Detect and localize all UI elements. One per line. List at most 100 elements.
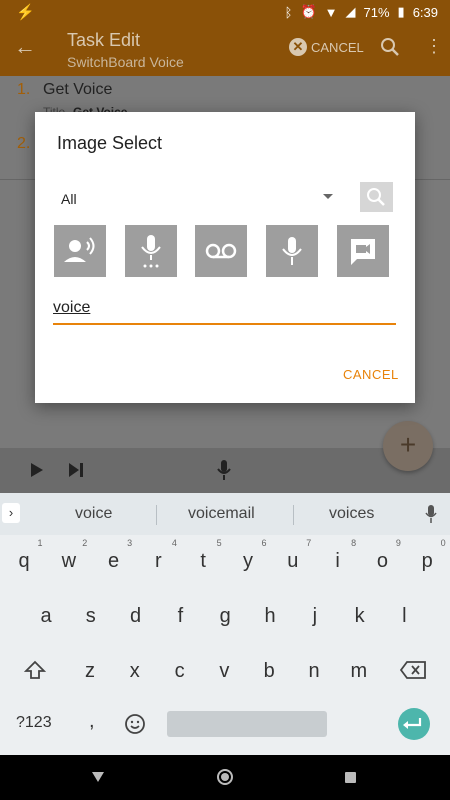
image-option-mic[interactable]: [266, 225, 318, 277]
key-v[interactable]: v: [202, 660, 246, 683]
image-option-voicemail[interactable]: [195, 225, 247, 277]
clock: 6:39: [412, 4, 438, 20]
dropdown-caret-icon[interactable]: [323, 194, 333, 199]
alarm-icon: ⏰: [300, 4, 317, 19]
key-u[interactable]: u: [271, 550, 315, 573]
key-hint: 9: [395, 538, 401, 548]
more-vert-icon[interactable]: ⋮: [425, 36, 443, 57]
image-option-mic-dots[interactable]: [125, 225, 177, 277]
appbar-cancel-label: CANCEL: [311, 39, 364, 55]
key-l[interactable]: l: [382, 605, 426, 628]
navigation-bar: [0, 755, 450, 800]
key-c[interactable]: c: [158, 660, 202, 683]
page-subtitle: SwitchBoard Voice: [67, 54, 184, 70]
bluetooth-icon: ᛒ: [284, 4, 293, 20]
key-hint: 7: [306, 538, 312, 548]
soft-keyboard: › voice voicemail voices q 1w 2e 3r 4t 5y 6u 7i…: [0, 493, 450, 755]
item-number: 2.: [17, 135, 31, 152]
key-e[interactable]: e: [92, 550, 136, 573]
symbols-key[interactable]: ?123: [16, 714, 52, 732]
close-circle-icon: ✕: [289, 38, 307, 56]
search-icon: [367, 188, 385, 206]
key-t[interactable]: t: [181, 550, 225, 573]
mic-icon: [282, 237, 302, 265]
video-chat-icon: [351, 239, 375, 265]
emoji-icon[interactable]: [124, 713, 146, 735]
battery-icon: ▮: [397, 4, 405, 19]
key-k[interactable]: k: [338, 605, 382, 628]
key-g[interactable]: g: [203, 605, 247, 628]
key-m[interactable]: m: [337, 660, 381, 683]
image-option-video-chat[interactable]: [337, 225, 389, 277]
appbar-cancel-button[interactable]: ✕ CANCEL: [289, 38, 364, 56]
skip-next-icon[interactable]: [68, 462, 84, 478]
key-p[interactable]: p: [405, 550, 449, 573]
play-icon[interactable]: [30, 462, 44, 478]
recents-square-icon[interactable]: [345, 772, 356, 783]
enter-button[interactable]: [398, 708, 430, 740]
app-bar: ← Task Edit SwitchBoard Voice ✕ CANCEL ⋮: [0, 24, 450, 76]
item-number: 1.: [17, 81, 31, 98]
key-n[interactable]: n: [292, 660, 336, 683]
search-icon[interactable]: [380, 37, 400, 57]
back-triangle-icon[interactable]: [91, 771, 105, 783]
key-d[interactable]: d: [114, 605, 158, 628]
item-label[interactable]: Get Voice: [43, 81, 112, 99]
key-i[interactable]: i: [316, 550, 360, 573]
key-f[interactable]: f: [158, 605, 202, 628]
image-search-input[interactable]: voice: [53, 299, 396, 325]
mic-dots-icon: [141, 235, 161, 268]
key-x[interactable]: x: [113, 660, 157, 683]
key-z[interactable]: z: [68, 660, 112, 683]
key-hint: 3: [127, 538, 133, 548]
key-j[interactable]: j: [293, 605, 337, 628]
key-hint: 0: [440, 538, 446, 548]
comma-key[interactable]: ,: [89, 710, 95, 733]
lightning-icon: ⚡: [16, 4, 35, 21]
shift-icon[interactable]: [24, 660, 46, 680]
battery-percent: 71%: [363, 4, 390, 20]
wifi-icon: ▼: [324, 4, 338, 20]
key-r[interactable]: r: [136, 550, 180, 573]
suggestion[interactable]: voice: [75, 505, 112, 523]
key-o[interactable]: o: [360, 550, 404, 573]
key-b[interactable]: b: [247, 660, 291, 683]
enter-arrow-icon: [403, 718, 422, 729]
dialog-title: Image Select: [57, 133, 163, 153]
dialog-search-button[interactable]: [360, 182, 393, 212]
status-bar: ⚡ ᛒ ⏰ ▼ ◢ 71% ▮ 6:39: [0, 0, 450, 24]
key-w[interactable]: w: [47, 550, 91, 573]
key-a[interactable]: a: [24, 605, 68, 628]
key-hint: 4: [171, 538, 177, 548]
key-s[interactable]: s: [69, 605, 113, 628]
key-q[interactable]: q: [2, 550, 46, 573]
mic-icon[interactable]: [425, 504, 437, 524]
backspace-icon[interactable]: [400, 661, 426, 679]
dialog-cancel-button[interactable]: CANCEL: [343, 367, 399, 382]
back-arrow-icon[interactable]: ←: [14, 34, 36, 60]
key-hint: 1: [37, 538, 43, 548]
bottom-toolbar: [0, 448, 450, 493]
image-option-speaker-voice[interactable]: [54, 225, 106, 277]
page-title: Task Edit: [67, 30, 141, 50]
signal-icon: ◢: [345, 4, 356, 19]
status-icons: ᛒ ⏰ ▼ ◢ 71% ▮ 6:39: [285, 4, 438, 20]
image-select-dialog: Image Select All voice CANCEL: [35, 112, 415, 403]
key-h[interactable]: h: [248, 605, 292, 628]
speaker-voice-icon: [64, 237, 95, 262]
key-hint: 2: [82, 538, 88, 548]
category-select[interactable]: All: [61, 191, 77, 207]
mic-icon[interactable]: [217, 459, 231, 481]
home-circle-icon[interactable]: [216, 768, 234, 786]
voicemail-icon: [205, 243, 237, 259]
add-fab-button[interactable]: +: [383, 421, 433, 471]
suggestion-strip: › voice voicemail voices: [0, 493, 450, 535]
key-hint: 5: [216, 538, 222, 548]
key-y[interactable]: y: [226, 550, 270, 573]
suggestion-divider: [293, 505, 294, 525]
chevron-right-icon[interactable]: ›: [2, 503, 20, 523]
spacebar[interactable]: [167, 711, 327, 737]
key-hint: 8: [351, 538, 357, 548]
suggestion[interactable]: voicemail: [188, 505, 255, 523]
suggestion[interactable]: voices: [329, 505, 374, 523]
